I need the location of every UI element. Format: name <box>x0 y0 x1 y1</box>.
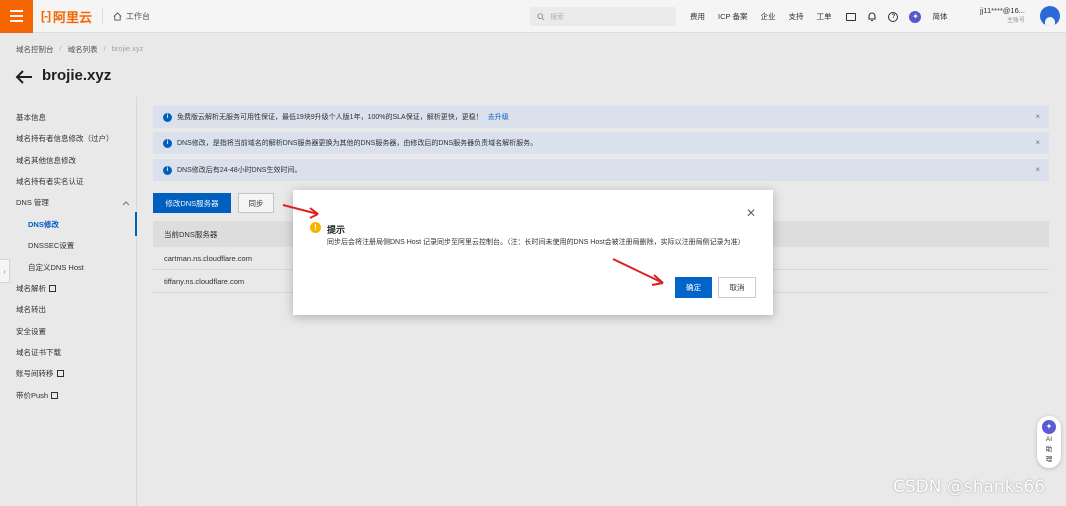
cancel-button[interactable]: 取消 <box>718 277 756 298</box>
warning-icon: ! <box>310 222 321 233</box>
confirm-dialog: ✕ ! 提示 同步后会将注册局侧DNS Host 记录同步至阿里云控制台。（注：… <box>293 190 773 315</box>
ai-label: AI <box>1045 436 1053 443</box>
confirm-button[interactable]: 确定 <box>675 277 712 298</box>
dialog-message: 同步后会将注册局侧DNS Host 记录同步至阿里云控制台。（注：长时间未使用的… <box>327 239 745 246</box>
ai-logo-icon: ✦ <box>1042 420 1056 434</box>
ai-assistant-button[interactable]: ✦ AI 助 理 <box>1037 416 1061 468</box>
ai-label: 理 <box>1045 456 1053 463</box>
dialog-title: 提示 <box>327 225 346 235</box>
watermark: CSDN @shanks66 <box>893 477 1046 497</box>
ai-label: 助 <box>1045 446 1053 453</box>
close-icon[interactable]: ✕ <box>746 206 756 220</box>
